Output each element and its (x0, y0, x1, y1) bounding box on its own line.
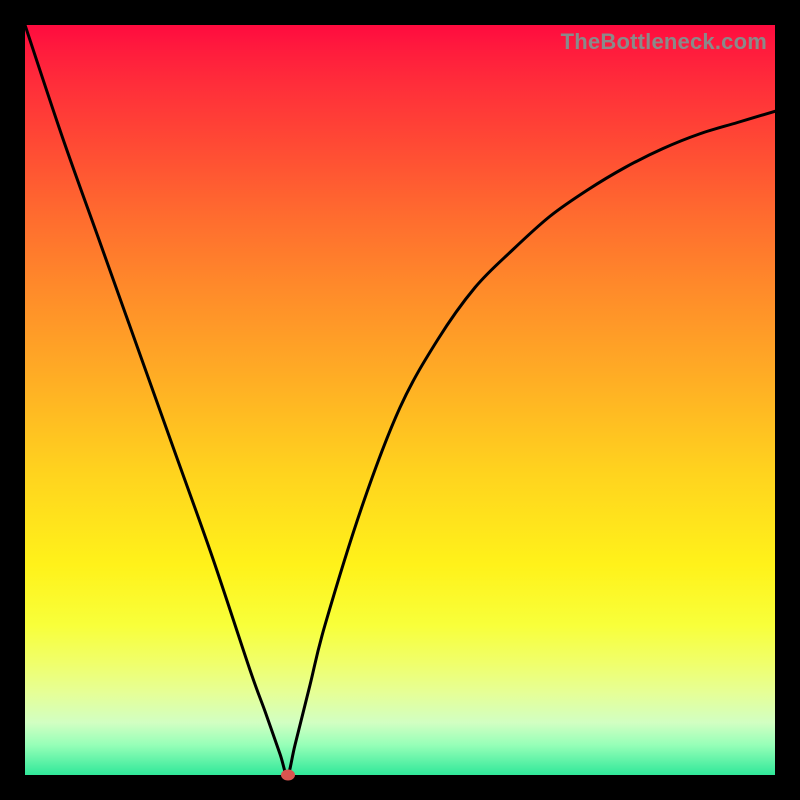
bottleneck-curve-path (25, 25, 775, 775)
curve-svg (25, 25, 775, 775)
plot-area: TheBottleneck.com (25, 25, 775, 775)
chart-frame: TheBottleneck.com (0, 0, 800, 800)
minimum-marker (281, 770, 295, 781)
